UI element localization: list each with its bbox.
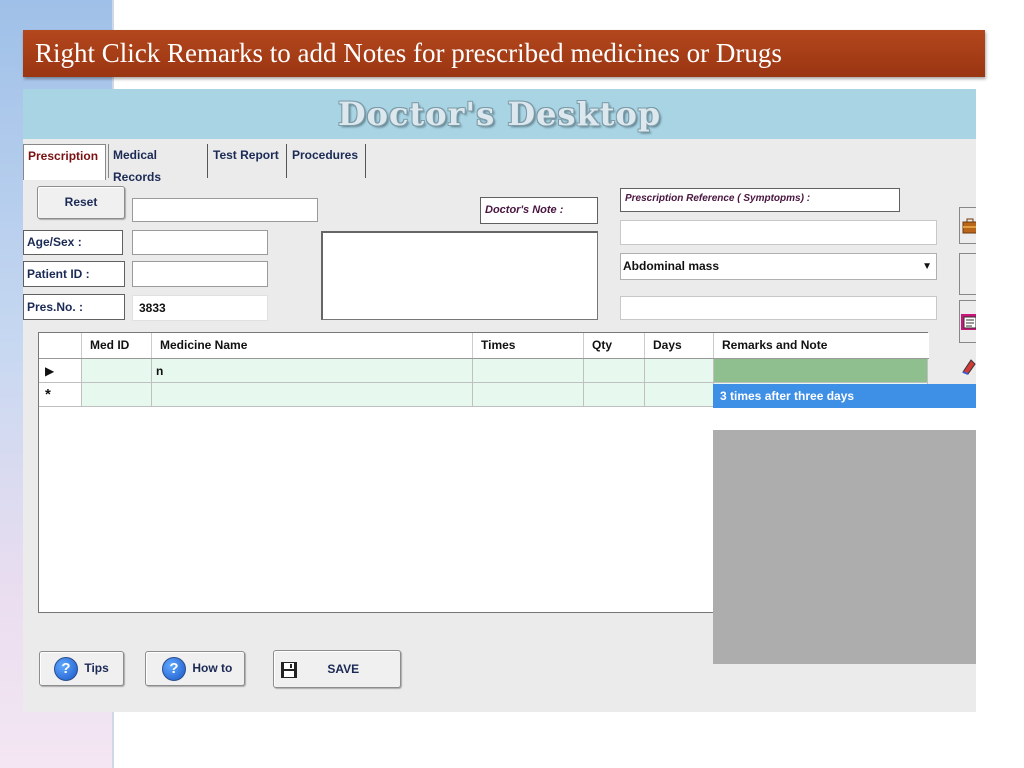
help-circle-icon: ? (162, 656, 186, 681)
cell-qty[interactable] (584, 359, 645, 383)
grid-header: Med ID Medicine Name Times Qty Days Rema… (39, 333, 929, 359)
side-button-blank[interactable] (959, 253, 976, 295)
howto-button-label: How to (192, 661, 233, 675)
column-header-days[interactable]: Days (645, 333, 714, 358)
tab-prescription[interactable]: Prescription (23, 144, 106, 180)
tab-medical-records[interactable]: Medical Records (108, 144, 208, 184)
cell-med-id[interactable] (82, 359, 152, 383)
remarks-suggestion-item[interactable]: 3 times after three days (713, 384, 976, 408)
howto-button[interactable]: ? How to (145, 651, 245, 686)
row-selector-current[interactable]: ▶ (39, 359, 82, 383)
patient-id-label: Patient ID : (23, 261, 125, 287)
symptom-extra-input[interactable] (620, 296, 937, 320)
save-button-label: SAVE (327, 662, 360, 676)
side-button-briefcase[interactable] (959, 207, 976, 244)
remarks-popup-panel (713, 430, 976, 664)
column-header-times[interactable]: Times (473, 333, 584, 358)
tips-button-label: Tips (84, 661, 109, 675)
doctors-note-textarea[interactable] (321, 231, 598, 320)
cell-medicine-name[interactable] (152, 383, 473, 407)
age-sex-input[interactable] (132, 230, 268, 255)
save-button[interactable]: SAVE (273, 650, 401, 688)
patient-name-input[interactable] (132, 198, 318, 222)
doctors-note-label: Doctor's Note : (480, 197, 598, 224)
floppy-disk-icon (281, 661, 297, 678)
tab-test-report[interactable]: Test Report (209, 144, 287, 178)
cell-days[interactable] (645, 359, 714, 383)
side-button-document[interactable] (959, 300, 976, 343)
side-button-eraser[interactable] (959, 348, 976, 384)
patient-id-input[interactable] (132, 261, 268, 287)
grid-header-corner (39, 333, 82, 358)
age-sex-label: Age/Sex : (23, 230, 123, 255)
doctors-desktop-window: Doctor's Desktop Prescription Medical Re… (23, 89, 976, 712)
tips-button[interactable]: ? Tips (39, 651, 124, 686)
cell-days[interactable] (645, 383, 714, 407)
symptom-dropdown[interactable]: Abdominal mass ▼ (620, 253, 937, 280)
cell-times[interactable] (473, 383, 584, 407)
tab-procedures[interactable]: Procedures (288, 144, 366, 178)
remarks-suggestion-list-blank (713, 408, 976, 430)
app-header: Doctor's Desktop (23, 89, 976, 139)
cell-med-id[interactable] (82, 383, 152, 407)
eraser-icon (962, 359, 976, 375)
symptom-dropdown-value: Abdominal mass (623, 259, 720, 273)
reset-button[interactable]: Reset (37, 186, 125, 219)
column-header-remarks[interactable]: Remarks and Note (714, 333, 928, 358)
row-selector-new[interactable]: * (39, 383, 82, 407)
prescription-reference-label: Prescription Reference ( Symptopms) : (620, 188, 900, 212)
column-header-qty[interactable]: Qty (584, 333, 645, 358)
cell-qty[interactable] (584, 383, 645, 407)
table-row[interactable]: ▶ n (39, 359, 929, 383)
slide-title-banner: Right Click Remarks to add Notes for pre… (23, 30, 985, 77)
chevron-down-icon: ▼ (922, 261, 932, 272)
help-circle-icon: ? (54, 656, 78, 681)
column-header-med-id[interactable]: Med ID (82, 333, 152, 358)
document-icon (961, 314, 976, 330)
briefcase-icon (962, 218, 976, 234)
cell-times[interactable] (473, 359, 584, 383)
cell-medicine-name[interactable]: n (152, 359, 473, 383)
app-title: Doctor's Desktop (337, 95, 662, 133)
column-header-medicine-name[interactable]: Medicine Name (152, 333, 473, 358)
pres-no-label: Pres.No. : (23, 294, 125, 320)
cell-remarks-active[interactable] (714, 359, 928, 383)
symptom-input[interactable] (620, 220, 937, 245)
pres-no-input[interactable]: 3833 (132, 295, 268, 321)
